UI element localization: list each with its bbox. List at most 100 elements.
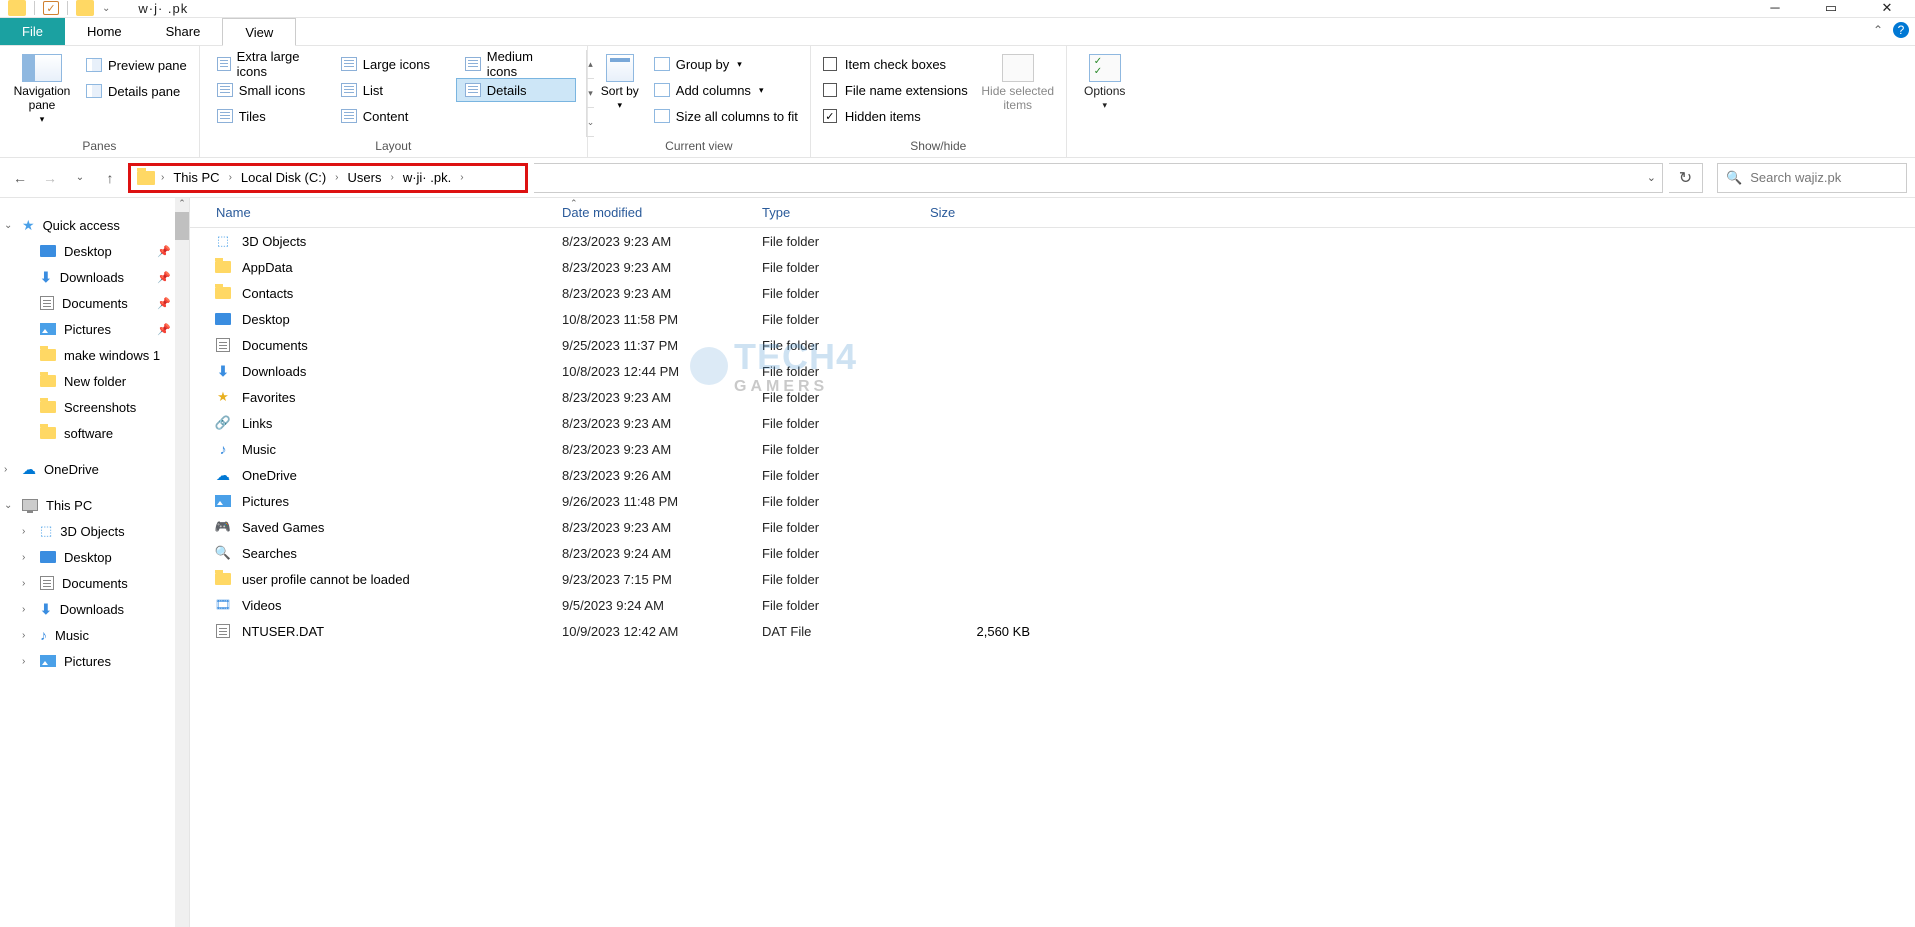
file-row[interactable]: 🎞Videos9/5/2023 9:24 AMFile folder: [190, 592, 1915, 618]
file-row[interactable]: ♪Music8/23/2023 9:23 AMFile folder: [190, 436, 1915, 462]
address-bar[interactable]: ›This PC›Local Disk (C:)›Users›w·ji· .pk…: [131, 166, 472, 190]
qat-dropdown-icon[interactable]: ⌄: [102, 3, 110, 14]
back-button[interactable]: ←: [8, 166, 32, 190]
sidebar-item[interactable]: ›Desktop: [0, 544, 189, 570]
breadcrumb-segment[interactable]: w·ji· .pk.: [400, 170, 454, 185]
hidden-items-toggle[interactable]: ✓Hidden items: [819, 104, 972, 128]
file-row[interactable]: NTUSER.DAT10/9/2023 12:42 AMDAT File2,56…: [190, 618, 1915, 644]
sidebar-item[interactable]: ›⬚3D Objects: [0, 518, 189, 544]
sidebar-item[interactable]: ›♪Music: [0, 622, 189, 648]
sidebar-item[interactable]: Documents📌: [0, 290, 189, 316]
tab-share[interactable]: Share: [144, 18, 223, 45]
sidebar-item[interactable]: Desktop📌: [0, 238, 189, 264]
expand-icon[interactable]: ›: [22, 630, 25, 641]
forward-button[interactable]: →: [38, 166, 62, 190]
file-row[interactable]: Desktop10/8/2023 11:58 PMFile folder: [190, 306, 1915, 332]
sidebar-item[interactable]: ›Pictures: [0, 648, 189, 674]
file-row[interactable]: 🔗Links8/23/2023 9:23 AMFile folder: [190, 410, 1915, 436]
details-pane-label: Details pane: [108, 84, 180, 99]
layout-option[interactable]: Medium icons: [456, 52, 576, 76]
expand-icon[interactable]: ⌄: [4, 220, 12, 231]
expand-icon[interactable]: ›: [22, 526, 25, 537]
expand-icon[interactable]: ›: [4, 464, 7, 475]
preview-pane-button[interactable]: Preview pane: [82, 54, 191, 76]
layout-option[interactable]: Small icons: [208, 78, 328, 102]
sidebar-item[interactable]: Screenshots: [0, 394, 189, 420]
scroll-up-icon[interactable]: ⌃: [175, 198, 189, 212]
add-columns-button[interactable]: Add columns▾: [650, 78, 802, 102]
up-button[interactable]: ↑: [98, 166, 122, 190]
sidebar-this-pc[interactable]: ⌄This PC: [0, 492, 189, 518]
file-row[interactable]: ⬇Downloads10/8/2023 12:44 PMFile folder: [190, 358, 1915, 384]
layout-option[interactable]: Content: [332, 104, 452, 128]
sidebar-item[interactable]: make windows 1: [0, 342, 189, 368]
file-row[interactable]: ⬚3D Objects8/23/2023 9:23 AMFile folder: [190, 228, 1915, 254]
sidebar-quick-access[interactable]: ⌄★Quick access: [0, 212, 189, 238]
sidebar-item[interactable]: software: [0, 420, 189, 446]
size-all-columns-button[interactable]: Size all columns to fit: [650, 104, 802, 128]
recent-dropdown[interactable]: ⌄: [68, 166, 92, 190]
tab-file[interactable]: File: [0, 18, 65, 45]
chevron-right-icon[interactable]: ›: [458, 172, 465, 183]
expand-icon[interactable]: ›: [22, 578, 25, 589]
breadcrumb-segment[interactable]: This PC: [170, 170, 222, 185]
layout-option[interactable]: Details: [456, 78, 576, 102]
options-button[interactable]: Options ▾: [1075, 50, 1135, 137]
sidebar-item[interactable]: ⬇Downloads📌: [0, 264, 189, 290]
layout-option[interactable]: Large icons: [332, 52, 452, 76]
breadcrumb-segment[interactable]: Local Disk (C:): [238, 170, 329, 185]
expand-icon[interactable]: ›: [22, 604, 25, 615]
file-row[interactable]: AppData8/23/2023 9:23 AMFile folder: [190, 254, 1915, 280]
close-button[interactable]: ✕: [1859, 0, 1915, 18]
tab-home[interactable]: Home: [65, 18, 144, 45]
properties-icon[interactable]: ✓: [43, 1, 59, 15]
file-row[interactable]: Documents9/25/2023 11:37 PMFile folder: [190, 332, 1915, 358]
scroll-thumb[interactable]: [175, 212, 189, 240]
file-row[interactable]: user profile cannot be loaded9/23/2023 7…: [190, 566, 1915, 592]
collapse-ribbon-icon[interactable]: ⌃: [1873, 23, 1883, 37]
expand-icon[interactable]: ⌄: [4, 500, 12, 511]
expand-icon[interactable]: ›: [22, 552, 25, 563]
breadcrumb-segment[interactable]: Users: [345, 170, 385, 185]
file-row[interactable]: Pictures9/26/2023 11:48 PMFile folder: [190, 488, 1915, 514]
column-size[interactable]: Size: [918, 198, 1028, 227]
refresh-button[interactable]: ↻: [1669, 163, 1703, 193]
file-row[interactable]: ★Favorites8/23/2023 9:23 AMFile folder: [190, 384, 1915, 410]
minimize-button[interactable]: ─: [1747, 0, 1803, 18]
chevron-right-icon[interactable]: ›: [227, 172, 234, 183]
file-row[interactable]: 🎮Saved Games8/23/2023 9:23 AMFile folder: [190, 514, 1915, 540]
hide-selected-button[interactable]: Hide selected items: [978, 50, 1058, 137]
sidebar-item[interactable]: Pictures📌: [0, 316, 189, 342]
search-box[interactable]: 🔍 Search wajiz.pk: [1717, 163, 1907, 193]
column-type[interactable]: Type: [750, 198, 918, 227]
maximize-button[interactable]: ▭: [1803, 0, 1859, 18]
sort-by-button[interactable]: Sort by ▾: [596, 50, 644, 137]
column-name[interactable]: Name⌃: [190, 198, 550, 227]
file-row[interactable]: Contacts8/23/2023 9:23 AMFile folder: [190, 280, 1915, 306]
details-pane-button[interactable]: Details pane: [82, 80, 191, 102]
sidebar-item[interactable]: ›⬇Downloads: [0, 596, 189, 622]
sidebar-item[interactable]: ›Documents: [0, 570, 189, 596]
group-by-button[interactable]: Group by▾: [650, 52, 802, 76]
expand-icon[interactable]: ›: [22, 656, 25, 667]
sidebar-item[interactable]: New folder: [0, 368, 189, 394]
chevron-right-icon[interactable]: ›: [388, 172, 395, 183]
layout-option[interactable]: Extra large icons: [208, 52, 328, 76]
layout-option[interactable]: List: [332, 78, 452, 102]
column-date[interactable]: Date modified: [550, 198, 750, 227]
chevron-down-icon[interactable]: ⌄: [1647, 171, 1656, 184]
sidebar-onedrive[interactable]: ›☁OneDrive: [0, 456, 189, 482]
chevron-right-icon[interactable]: ›: [333, 172, 340, 183]
sidebar-scrollbar[interactable]: ⌃: [175, 198, 189, 927]
file-row[interactable]: ☁OneDrive8/23/2023 9:26 AMFile folder: [190, 462, 1915, 488]
chevron-right-icon[interactable]: ›: [159, 172, 166, 183]
file-type: File folder: [762, 364, 930, 379]
file-extensions-toggle[interactable]: File name extensions: [819, 78, 972, 102]
layout-option[interactable]: Tiles: [208, 104, 328, 128]
tab-view[interactable]: View: [222, 18, 296, 46]
file-row[interactable]: 🔍Searches8/23/2023 9:24 AMFile folder: [190, 540, 1915, 566]
help-icon[interactable]: ?: [1893, 22, 1909, 38]
item-checkboxes-toggle[interactable]: Item check boxes: [819, 52, 972, 76]
navigation-pane-button[interactable]: Navigation pane ▾: [8, 50, 76, 137]
address-bar-extension[interactable]: ⌄: [534, 163, 1663, 193]
